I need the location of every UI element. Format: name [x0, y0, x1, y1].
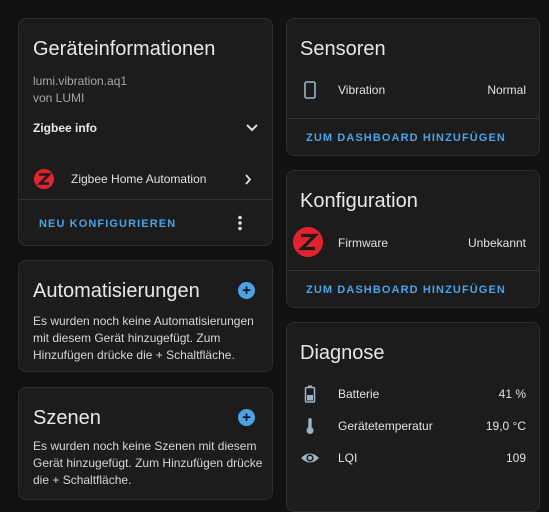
automations-empty-text: Es wurden noch keine Automatisierungen m… [33, 314, 254, 362]
add-scene-button[interactable]: + [238, 409, 255, 426]
config-add-to-dashboard-button[interactable]: ZUM DASHBOARD HINZUFÜGEN [306, 284, 506, 296]
diagnostic-row-battery[interactable]: Batterie 41 % [287, 383, 539, 405]
device-manufacturer: von LUMI [33, 91, 85, 105]
config-row-label: Firmware [338, 236, 388, 250]
diagnostic-row-label: Gerätetemperatur [338, 419, 433, 433]
battery-icon [304, 385, 316, 403]
diagnostic-row-value: 41 % [498, 387, 526, 401]
reconfigure-button[interactable]: NEU KONFIGURIEREN [39, 218, 176, 230]
configuration-card: Konfiguration Firmware Unbekannt ZUM DAS… [286, 170, 540, 308]
add-automation-button[interactable]: + [238, 282, 255, 299]
automations-title: Automatisierungen [33, 280, 200, 302]
zigbee-icon [293, 227, 323, 257]
device-info-card: Geräteinformationen lumi.vibration.aq1 v… [18, 18, 273, 246]
device-model: lumi.vibration.aq1 [33, 74, 128, 88]
device-info-title: Geräteinformationen [33, 38, 216, 60]
eye-icon [301, 453, 319, 463]
more-options-icon[interactable] [237, 215, 243, 231]
diagnostic-row-lqi[interactable]: LQI 109 [287, 447, 539, 469]
scenes-empty-text: Es wurden noch keine Szenen mit diesem G… [33, 439, 263, 487]
vibration-icon [304, 81, 316, 99]
diagnostic-row-value: 19,0 °C [485, 419, 526, 433]
config-row-firmware[interactable]: Firmware Unbekannt [287, 227, 539, 257]
sensor-row-value: Normal [487, 83, 526, 97]
diagnostics-title: Diagnose [300, 342, 385, 364]
sensor-row-vibration[interactable]: Vibration Normal [287, 79, 539, 101]
diagnostics-card: Diagnose Batterie 41 % Gerätetemperatur … [286, 322, 540, 512]
sensor-row-label: Vibration [338, 83, 386, 97]
configuration-title: Konfiguration [300, 190, 418, 212]
scenes-card: Szenen + Es wurden noch keine Szenen mit… [18, 387, 273, 500]
diagnostic-row-temperature[interactable]: Gerätetemperatur 19,0 °C [287, 415, 539, 437]
sensors-title: Sensoren [300, 38, 386, 60]
zigbee-info-label: Zigbee info [33, 121, 97, 135]
sensors-add-to-dashboard-button[interactable]: ZUM DASHBOARD HINZUFÜGEN [306, 132, 506, 144]
diagnostic-row-label: LQI [338, 451, 358, 465]
divider [287, 118, 539, 119]
automations-card: Automatisierungen + Es wurden noch keine… [18, 260, 273, 372]
config-row-value: Unbekannt [467, 236, 526, 250]
chevron-right-icon [245, 174, 252, 185]
zigbee-icon [34, 169, 54, 189]
zigbee-info-toggle[interactable]: Zigbee info [19, 117, 272, 141]
chevron-down-icon [246, 124, 258, 132]
sensors-card: Sensoren Vibration Normal ZUM DASHBOARD … [286, 18, 540, 156]
divider [19, 199, 272, 200]
integration-row[interactable]: Zigbee Home Automation [19, 167, 272, 191]
scenes-title: Szenen [33, 407, 101, 429]
diagnostic-row-value: 109 [505, 451, 526, 465]
diagnostic-row-label: Batterie [338, 387, 380, 401]
divider [287, 270, 539, 271]
integration-label: Zigbee Home Automation [71, 172, 207, 186]
thermometer-icon [306, 418, 314, 434]
